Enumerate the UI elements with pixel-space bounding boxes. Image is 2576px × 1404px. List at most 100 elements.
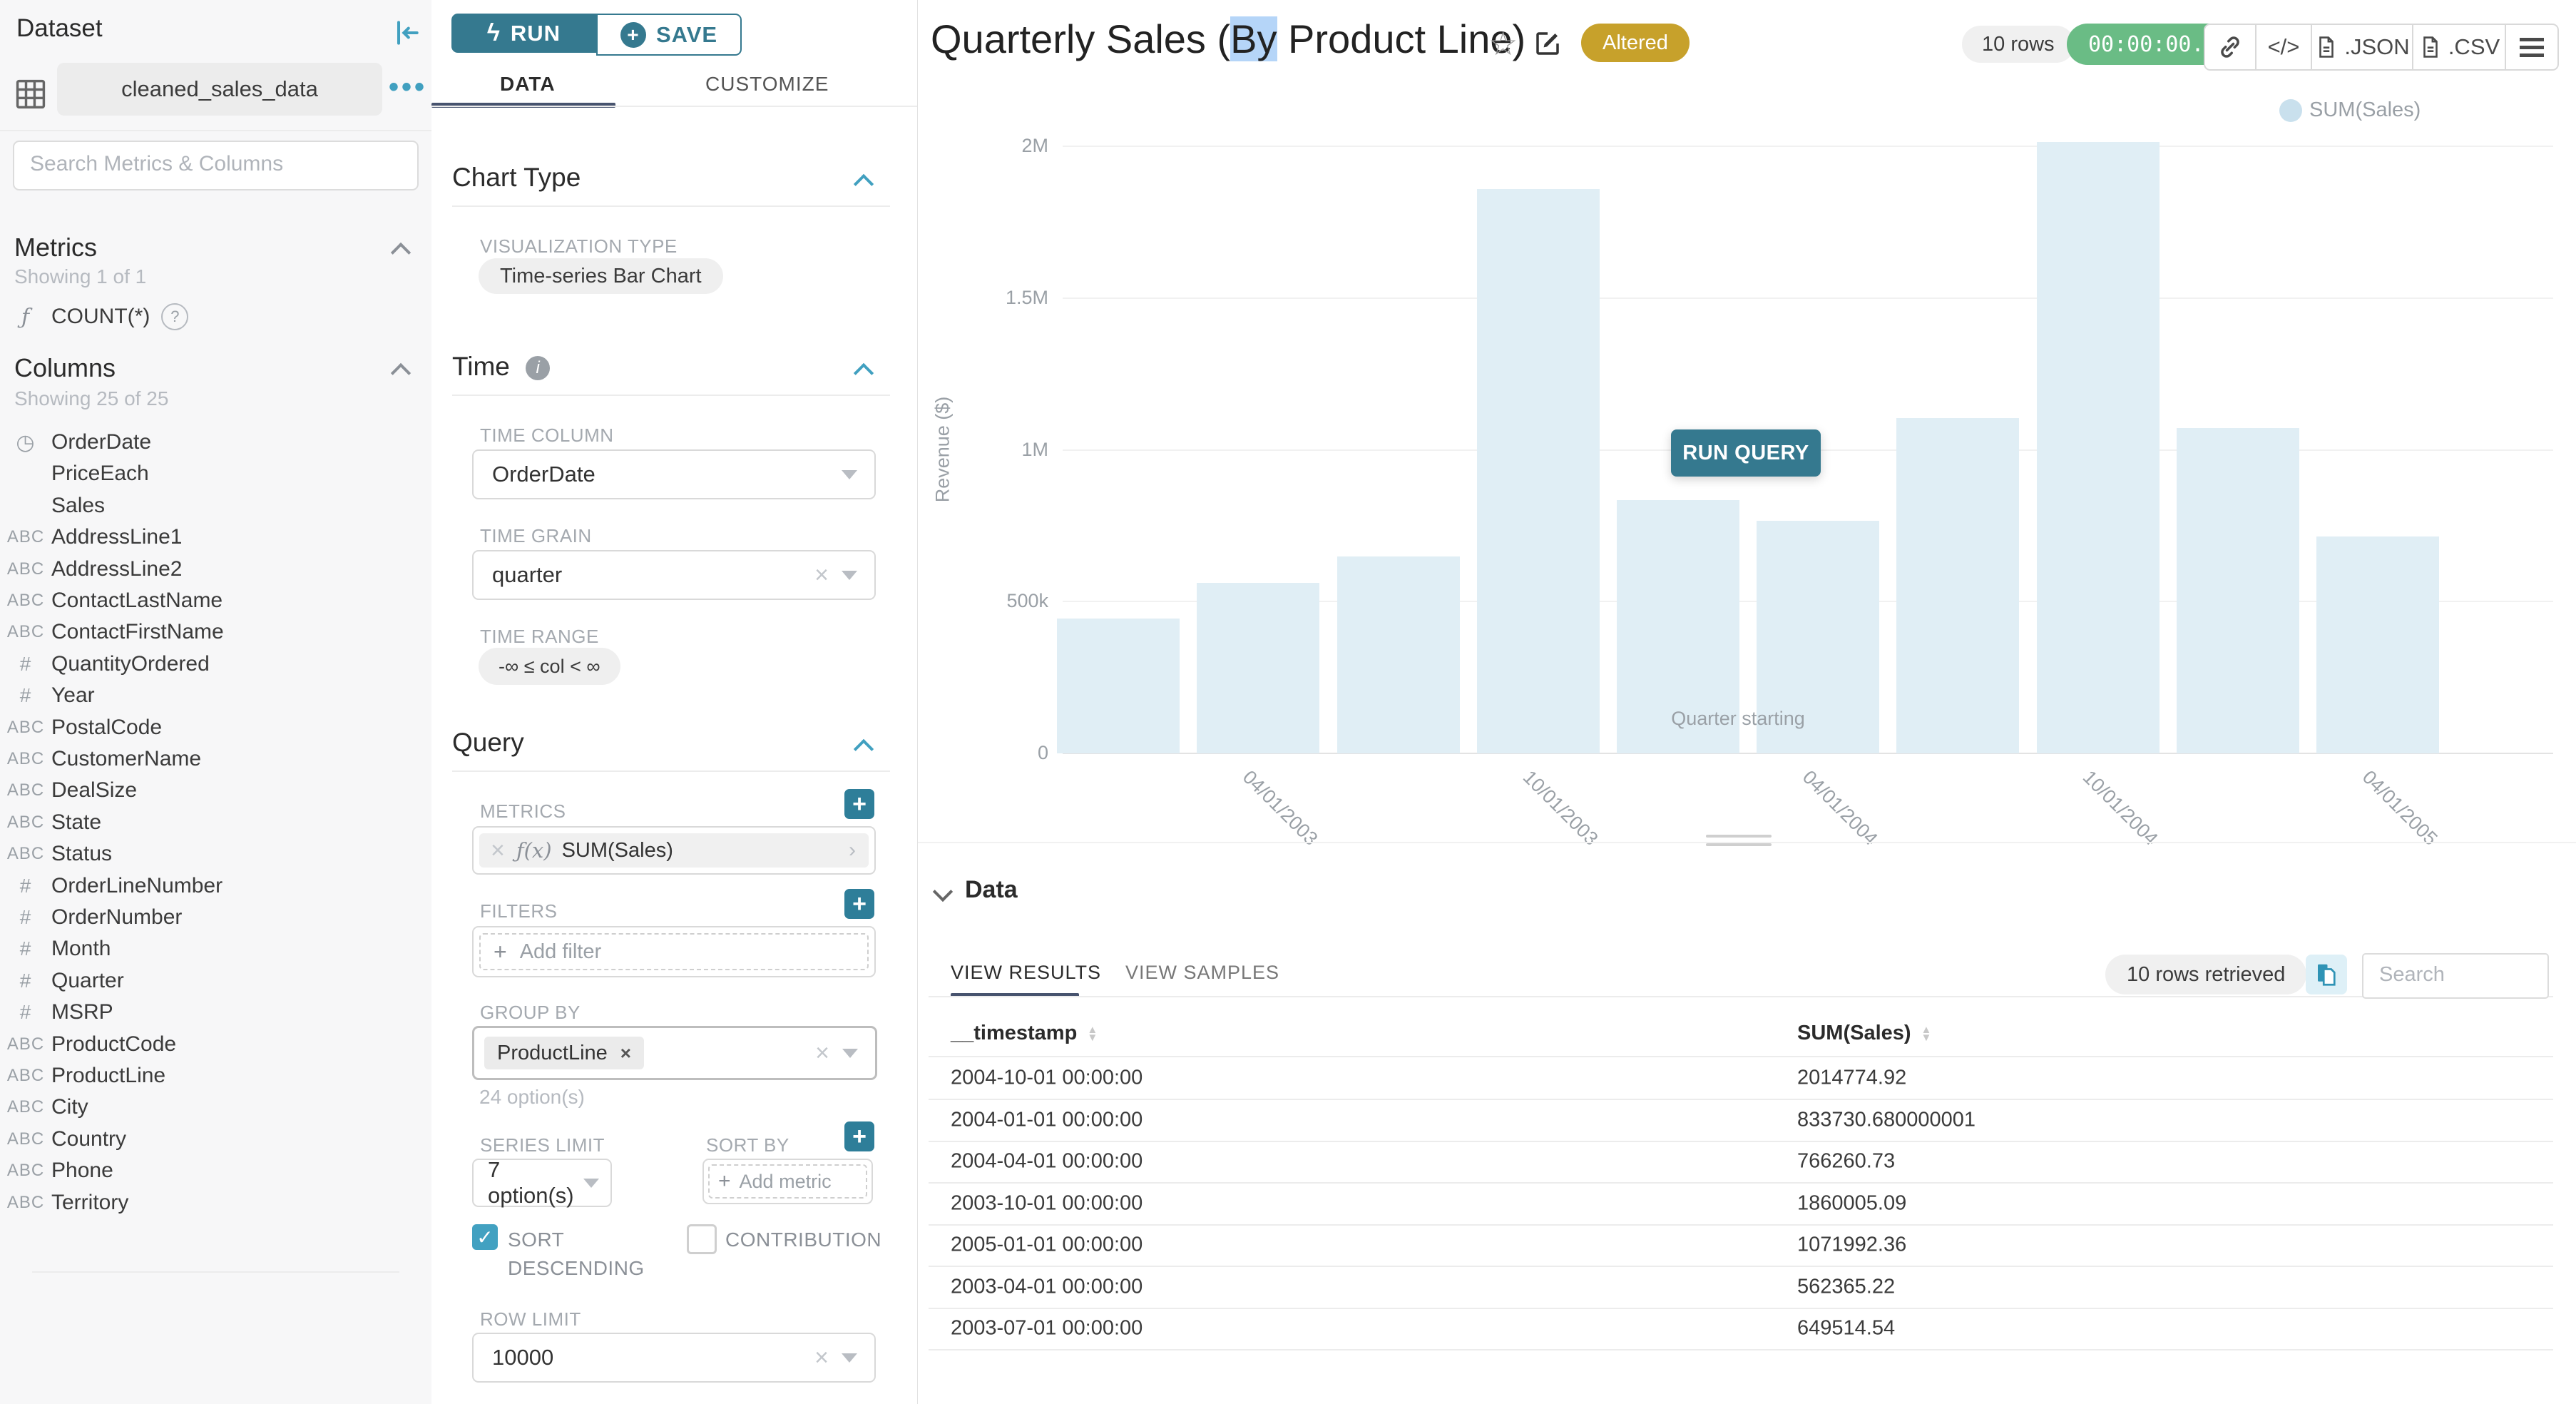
group-by-select[interactable]: ProductLine × ×	[472, 1026, 877, 1080]
column-list-item[interactable]: #OrderNumber	[0, 902, 431, 933]
time-column-select[interactable]: OrderDate	[472, 449, 876, 499]
bar-2003-01-01[interactable]	[1057, 619, 1180, 753]
column-list-item[interactable]: ABCCustomerName	[0, 743, 431, 775]
column-list-item[interactable]: PriceEach	[0, 458, 431, 489]
column-header-timestamp[interactable]: __timestamp▲▼	[951, 1022, 1098, 1045]
column-list-item[interactable]: ABCStatus	[0, 838, 431, 870]
data-search-input[interactable]	[2378, 955, 2550, 994]
chart-legend[interactable]: SUM(Sales)	[2279, 98, 2421, 122]
table-row[interactable]: 2003-04-01 00:00:00562365.22	[929, 1266, 2553, 1309]
column-list-item[interactable]: #Year	[0, 680, 431, 711]
column-list-item[interactable]: #OrderLineNumber	[0, 870, 431, 902]
column-name: PriceEach	[51, 462, 149, 486]
column-list-item[interactable]: ABCPhone	[0, 1155, 431, 1186]
tab-view-samples[interactable]: VIEW SAMPLES	[1125, 962, 1279, 984]
clear-icon[interactable]: ×	[814, 561, 829, 589]
data-panel-collapse-icon[interactable]	[933, 882, 953, 902]
query-collapse-icon[interactable]	[854, 739, 874, 759]
metrics-collapse-icon[interactable]	[391, 243, 411, 263]
table-row[interactable]: 2004-04-01 00:00:00766260.73	[929, 1141, 2553, 1184]
table-row[interactable]: 2003-07-01 00:00:00 649514.54	[929, 1308, 2553, 1350]
bar-2003-04-01[interactable]	[1197, 583, 1319, 753]
table-row[interactable]: 2005-01-01 00:00:001071992.36	[929, 1224, 2553, 1267]
remove-metric-icon[interactable]: ×	[491, 837, 505, 865]
cell-timestamp: 2003-07-01 00:00:00	[951, 1317, 1143, 1341]
y-tick-label: 0	[949, 742, 1048, 764]
search-metrics-columns-input[interactable]	[29, 142, 402, 185]
metric-chip[interactable]: × ƒ(x) SUM(Sales) ›	[479, 833, 869, 868]
copy-data-button[interactable]	[2306, 955, 2347, 994]
dataset-more-menu[interactable]: •••	[389, 71, 427, 103]
column-name: Territory	[51, 1191, 128, 1215]
bar-2005-04-01[interactable]	[2316, 536, 2439, 753]
clear-icon[interactable]: ×	[814, 1344, 829, 1372]
contribution-checkbox[interactable]	[687, 1224, 717, 1254]
column-list-item[interactable]: ABCProductLine	[0, 1060, 431, 1092]
table-row[interactable]: 2003-10-01 00:00:001860005.09	[929, 1183, 2553, 1226]
column-name: Quarter	[51, 969, 124, 993]
add-filter-button[interactable]: + Add filter	[479, 933, 869, 970]
bar-2004-07-01[interactable]	[1896, 418, 2019, 753]
column-list-item[interactable]: ABCAddressLine1	[0, 522, 431, 553]
table-row[interactable]: 2004-10-01 00:00:002014774.92	[929, 1057, 2553, 1100]
column-list-item[interactable]: ABCDealSize	[0, 775, 431, 806]
row-limit-select[interactable]: 10000 ×	[472, 1333, 876, 1383]
viz-type-pill[interactable]: Time-series Bar Chart	[479, 258, 723, 294]
bar-2003-10-01[interactable]	[1477, 189, 1600, 753]
column-header-metric[interactable]: SUM(Sales)▲▼	[1797, 1022, 1931, 1045]
time-grain-select[interactable]: quarter ×	[472, 550, 876, 600]
abc-icon: ABC	[0, 780, 51, 800]
chart-type-collapse-icon[interactable]	[854, 174, 874, 194]
column-list-item[interactable]: ABCPostalCode	[0, 712, 431, 743]
column-list-item[interactable]: ◷OrderDate	[0, 427, 431, 458]
metric-chip-label: SUM(Sales)	[562, 839, 849, 863]
clear-icon[interactable]: ×	[815, 1039, 829, 1067]
add-sort-metric-button[interactable]: + Add metric	[708, 1164, 867, 1199]
data-panel-header[interactable]: Data	[965, 876, 1018, 904]
column-list-item[interactable]: #Quarter	[0, 965, 431, 997]
time-range-pill[interactable]: -∞ ≤ col < ∞	[479, 648, 620, 685]
column-list-item[interactable]: #QuantityOrdered	[0, 648, 431, 680]
column-list-item[interactable]: ABCContactFirstName	[0, 616, 431, 648]
column-list-item[interactable]: #MSRP	[0, 997, 431, 1028]
column-name: PostalCode	[51, 716, 162, 740]
add-filter-plus-button[interactable]: +	[844, 889, 874, 919]
cell-timestamp: 2003-10-01 00:00:00	[951, 1191, 1143, 1215]
hash-icon: #	[0, 684, 51, 707]
remove-tag-icon[interactable]: ×	[620, 1042, 631, 1064]
column-list-item[interactable]: ABCCountry	[0, 1124, 431, 1155]
tab-data[interactable]: DATA	[500, 73, 556, 96]
column-list-item[interactable]: ABCTerritory	[0, 1187, 431, 1219]
table-row[interactable]: 2004-01-01 00:00:00833730.680000001	[929, 1099, 2553, 1142]
tab-customize[interactable]: CUSTOMIZE	[705, 73, 829, 96]
add-sort-metric-plus-button[interactable]: +	[844, 1121, 874, 1151]
series-limit-select[interactable]: 7 option(s)	[472, 1159, 612, 1207]
add-metric-plus-button[interactable]: +	[844, 789, 874, 819]
bar-2004-10-01[interactable]	[2037, 142, 2160, 753]
time-collapse-icon[interactable]	[854, 363, 874, 383]
x-tick-label: 10/01/2003	[1518, 766, 1602, 850]
bar-2003-07-01[interactable]	[1337, 556, 1460, 753]
column-list-item[interactable]: ABCContactLastName	[0, 585, 431, 616]
collapse-sidebar-icon[interactable]	[391, 17, 422, 49]
run-query-button[interactable]: RUN QUERY	[1671, 429, 1821, 477]
column-list-item[interactable]: ABCAddressLine2	[0, 554, 431, 585]
run-button[interactable]: ϟ RUN	[451, 14, 596, 53]
column-name: ProductCode	[51, 1032, 176, 1057]
column-list-item[interactable]: Sales	[0, 490, 431, 522]
column-list-item[interactable]: #Month	[0, 933, 431, 965]
dataset-selector[interactable]: cleaned_sales_data	[57, 63, 382, 116]
legend-label: SUM(Sales)	[2309, 98, 2421, 122]
column-list-item[interactable]: ABCState	[0, 807, 431, 838]
column-list-item[interactable]: ABCProductCode	[0, 1029, 431, 1060]
cell-metric-value: 649514.54	[1797, 1317, 1895, 1341]
columns-collapse-icon[interactable]	[391, 363, 411, 383]
bar-2005-01-01[interactable]	[2177, 428, 2299, 753]
tab-view-results[interactable]: VIEW RESULTS	[951, 962, 1101, 984]
metric-help-icon[interactable]: ?	[161, 303, 188, 330]
save-button[interactable]: + SAVE	[596, 14, 742, 56]
sort-descending-checkbox[interactable]: ✓	[472, 1224, 498, 1250]
y-gridline	[1063, 297, 2553, 299]
metric-item-count[interactable]: ƒ COUNT(*) ?	[0, 300, 431, 334]
column-list-item[interactable]: ABCCity	[0, 1092, 431, 1123]
